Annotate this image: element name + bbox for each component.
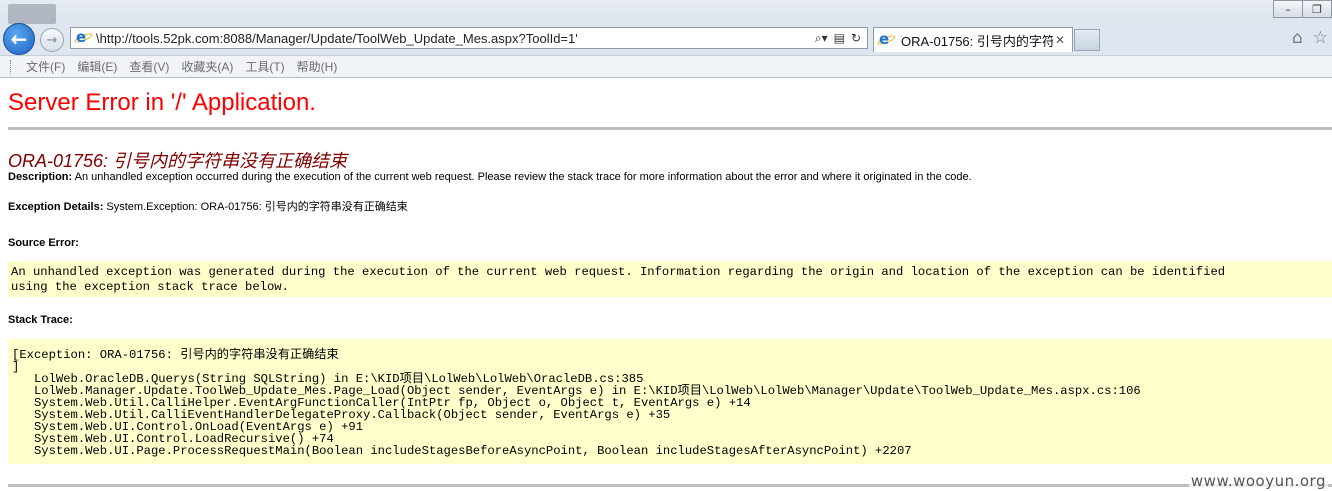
forward-arrow-icon: → (46, 32, 58, 48)
restore-icon[interactable]: ❐ (1302, 0, 1332, 18)
menu-file[interactable]: 文件(F) (20, 58, 71, 75)
menu-edit[interactable]: 编辑(E) (71, 58, 123, 75)
title-bar (0, 0, 1332, 22)
menu-help[interactable]: 帮助(H) (291, 58, 344, 75)
exception-text: System.Exception: ORA-01756: 引号内的字符串没有正确… (103, 201, 408, 213)
tab-ie-logo-icon: e (876, 31, 897, 48)
home-icon[interactable]: ⌂ (1292, 28, 1303, 48)
description-line: Description: An unhandled exception occu… (8, 171, 972, 183)
star-icon[interactable]: ☆ (1313, 28, 1328, 48)
stack-trace-label: Stack Trace: (8, 314, 73, 326)
source-error-box: An unhandled exception was generated dur… (8, 261, 1332, 297)
menu-tools[interactable]: 工具(T) (239, 58, 290, 75)
new-tab-button[interactable] (1074, 29, 1100, 51)
page-content: Server Error in '/' Application. ORA-017… (0, 79, 1332, 491)
stack-trace-line: [Exception: ORA-01756: 引号内的字符串没有正确结束 (12, 348, 339, 362)
address-tools: ⌕▾ ▤ ↻ (815, 31, 867, 46)
exception-label: Exception Details: (8, 201, 104, 213)
source-error-label: Source Error: (8, 237, 79, 249)
address-bar[interactable]: e \http://tools.52pk.com:8088/Manager/Up… (70, 27, 868, 49)
forward-button[interactable]: → (40, 28, 64, 52)
source-error-line: An unhandled exception was generated dur… (11, 265, 1226, 279)
description-label: Description: (8, 171, 73, 183)
close-icon[interactable]: ✕ (1053, 33, 1067, 47)
error-heading: ORA-01756: 引号内的字符串没有正确结束 (8, 151, 348, 171)
search-icon[interactable]: ⌕▾ (815, 31, 828, 46)
blurred-app-icon (8, 4, 56, 24)
browser-chrome: – ❐ ← → e \http://tools.52pk.com:8088/Ma… (0, 0, 1332, 78)
page-title: Server Error in '/' Application. (8, 89, 316, 116)
tab-title: ORA-01756: 引号内的字符... (901, 33, 1053, 49)
back-arrow-icon: ← (10, 27, 28, 51)
minimize-icon[interactable]: – (1273, 0, 1303, 18)
divider-top (8, 127, 1332, 130)
ie-logo-icon: e (73, 29, 94, 46)
menu-view[interactable]: 查看(V) (123, 58, 175, 75)
browser-right-tools: ⌂ ☆ (1292, 28, 1328, 48)
stack-trace-box: [Exception: ORA-01756: 引号内的字符串没有正确结束] Lo… (8, 339, 1332, 464)
menu-favorites[interactable]: 收藏夹(A) (175, 58, 239, 75)
menu-grip (10, 59, 14, 74)
address-url[interactable]: \http://tools.52pk.com:8088/Manager/Upda… (96, 31, 815, 46)
watermark: www.wooyun.org (1188, 472, 1328, 490)
source-error-line: using the exception stack trace below. (11, 280, 289, 294)
tab-active[interactable]: e ORA-01756: 引号内的字符... ✕ (873, 27, 1073, 52)
description-text: An unhandled exception occurred during t… (72, 171, 972, 183)
refresh-icon[interactable]: ↻ (851, 31, 861, 45)
compatibility-icon[interactable]: ▤ (834, 31, 845, 45)
back-button[interactable]: ← (3, 23, 35, 55)
menu-bar: 文件(F) 编辑(E) 查看(V) 收藏夹(A) 工具(T) 帮助(H) (0, 55, 1332, 78)
stack-trace-line: System.Web.UI.Page.ProcessRequestMain(Bo… (12, 444, 912, 458)
window-controls: – ❐ (1273, 0, 1332, 20)
exception-line: Exception Details: System.Exception: ORA… (8, 198, 408, 214)
divider-bottom (8, 484, 1332, 487)
